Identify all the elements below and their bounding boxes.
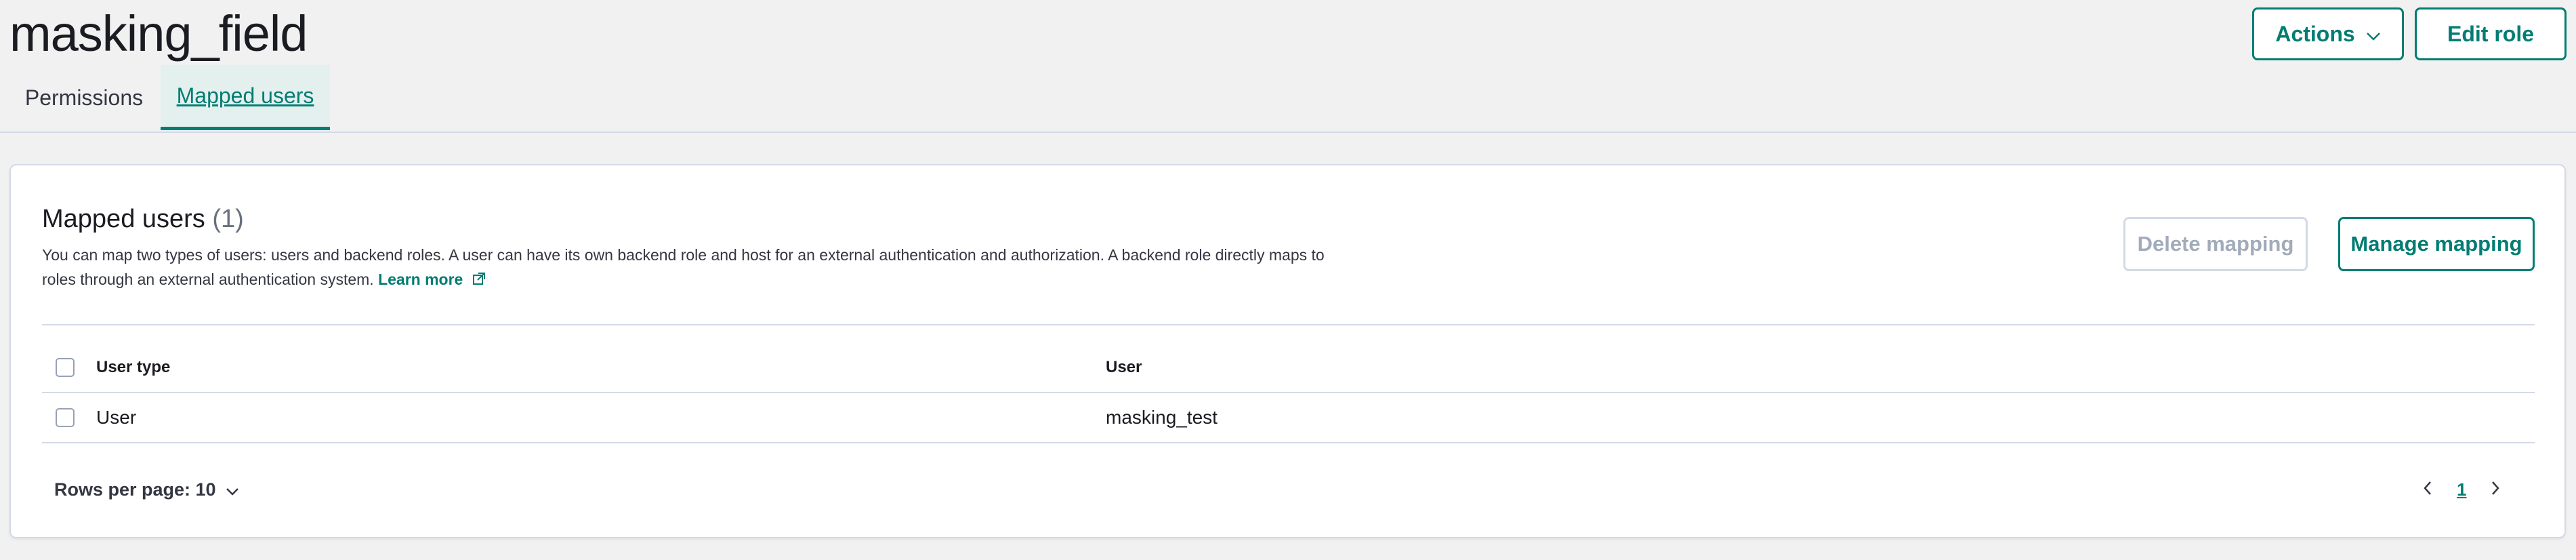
delete-mapping-button[interactable]: Delete mapping [2123, 217, 2308, 271]
select-all-checkbox[interactable] [56, 358, 75, 377]
mapped-users-panel: Mapped users (1) You can map two types o… [9, 164, 2566, 538]
panel-description: You can map two types of users: users an… [42, 243, 1329, 293]
tab-bar: Permissions Mapped users [0, 65, 2576, 133]
description-text: You can map two types of users: users an… [42, 246, 1325, 288]
chevron-down-icon [2366, 22, 2381, 47]
table-header-row: User type User [42, 343, 2535, 393]
chevron-left-icon[interactable] [2423, 481, 2432, 499]
panel-title-text: Mapped users [42, 205, 205, 233]
cell-user-type: User [96, 407, 137, 428]
row-checkbox[interactable] [56, 408, 75, 427]
cell-user: masking_test [1106, 407, 1218, 428]
table-row: User masking_test [42, 393, 2535, 443]
column-header-user[interactable]: User [1106, 343, 1142, 392]
learn-more-label: Learn more [378, 271, 463, 288]
rows-per-page-button[interactable]: Rows per page: 10 [54, 469, 239, 510]
actions-label: Actions [2275, 21, 2355, 46]
chevron-right-icon[interactable] [2491, 481, 2500, 499]
mapped-users-count: (1) [212, 205, 244, 233]
edit-role-button[interactable]: Edit role [2415, 7, 2567, 60]
page-title: masking_field [9, 5, 308, 62]
actions-button[interactable]: Actions [2252, 7, 2404, 60]
external-link-icon [472, 268, 486, 293]
manage-mapping-button[interactable]: Manage mapping [2338, 217, 2535, 271]
rows-per-page-label: Rows per page: 10 [54, 479, 216, 500]
chevron-down-icon [226, 479, 239, 500]
pagination: 1 [2423, 469, 2500, 510]
column-header-user-type[interactable]: User type [96, 343, 170, 392]
tab-permissions[interactable]: Permissions [9, 65, 159, 130]
page-number[interactable]: 1 [2457, 479, 2466, 500]
divider [42, 324, 2535, 325]
panel-title: Mapped users (1) [42, 205, 244, 234]
tab-mapped-users[interactable]: Mapped users [161, 65, 330, 130]
learn-more-link[interactable]: Learn more [378, 271, 486, 288]
